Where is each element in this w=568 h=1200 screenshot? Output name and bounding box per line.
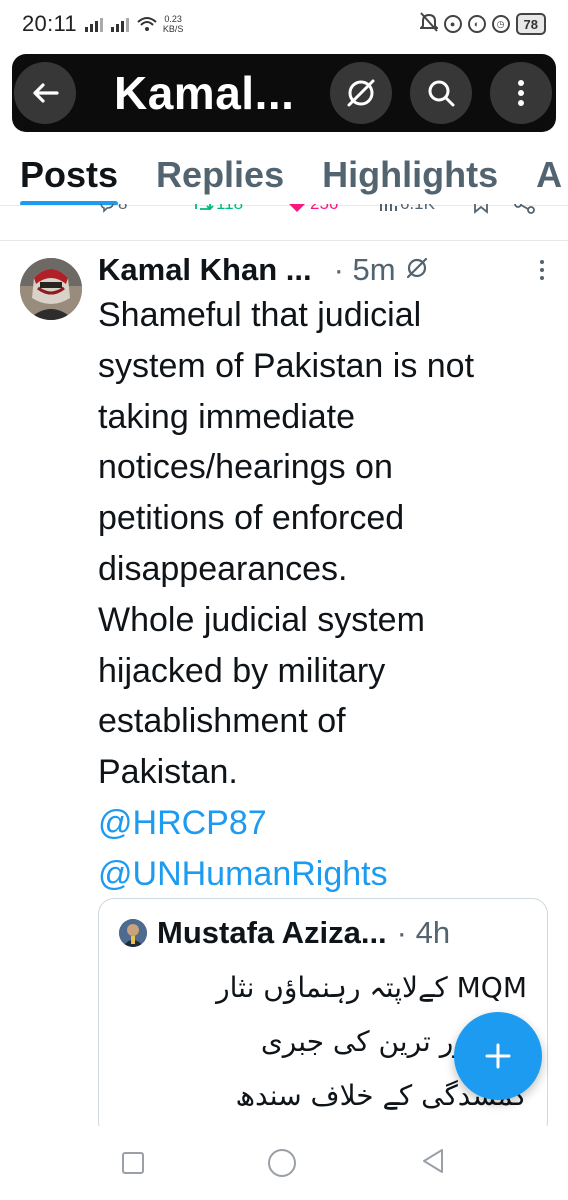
more-vertical-icon[interactable] bbox=[540, 260, 544, 280]
reply-count: 8 bbox=[118, 204, 127, 214]
more-vertical-icon bbox=[518, 80, 524, 106]
views-count: 6.1K bbox=[400, 204, 435, 214]
views-icon bbox=[380, 204, 397, 211]
search-icon bbox=[428, 80, 455, 107]
net-speed: 0.23 KB/S bbox=[163, 14, 184, 34]
tab-posts-label: Posts bbox=[20, 154, 119, 195]
post-text-line: Whole judicial system bbox=[98, 600, 425, 639]
post-text-line: petitions of enforced bbox=[98, 499, 405, 538]
mention-link[interactable]: @HRCP87 bbox=[98, 798, 548, 849]
back-nav-button[interactable] bbox=[420, 1147, 446, 1180]
author-name[interactable]: Kamal Khan ... bbox=[98, 252, 312, 288]
post-text-line: establishment of bbox=[98, 702, 346, 741]
quoted-post-time: · 4h bbox=[396, 915, 451, 950]
tab-replies[interactable]: Replies bbox=[156, 140, 285, 205]
post-text-line: disappearances. bbox=[98, 549, 348, 588]
status-icons: ● ◐ ◷ 78 bbox=[418, 11, 546, 37]
post-text-line: hijacked by military bbox=[98, 651, 386, 690]
triangle-back-icon bbox=[423, 1148, 443, 1173]
grok-icon[interactable] bbox=[404, 255, 430, 286]
repost-icon bbox=[195, 204, 214, 211]
mention-link[interactable]: @UNHumanRights bbox=[98, 849, 548, 900]
vpn-icon: ● bbox=[443, 15, 462, 33]
net-speed-unit: KB/S bbox=[162, 24, 184, 34]
home-button[interactable] bbox=[268, 1149, 296, 1177]
avatar-image bbox=[20, 258, 82, 320]
tab-articles[interactable]: A bbox=[536, 140, 563, 205]
recents-button[interactable] bbox=[122, 1152, 144, 1174]
quoted-text-line: MQM کےلاپتہ رہنماؤں نثار bbox=[216, 971, 527, 1004]
system-nav-bar bbox=[0, 1126, 568, 1200]
like-count: 256 bbox=[310, 204, 338, 214]
bookmark-icon bbox=[474, 204, 488, 214]
compose-button[interactable] bbox=[454, 1012, 542, 1100]
profile-tabs: Posts Replies Highlights A bbox=[0, 140, 568, 206]
data-saver-icon: ◐ bbox=[467, 15, 486, 33]
post-text-line: notices/hearings on bbox=[98, 448, 393, 487]
repost-count: 118 bbox=[216, 204, 243, 214]
avatar[interactable] bbox=[20, 258, 82, 320]
grok-button[interactable] bbox=[330, 62, 392, 124]
battery-indicator: 78 bbox=[515, 13, 546, 35]
status-bar: 20:11 0.23 KB/S ● ◐ ◷ 78 bbox=[0, 0, 568, 48]
heart-icon bbox=[289, 204, 305, 212]
quoted-author-name: Mustafa Aziza... bbox=[157, 915, 387, 950]
net-speed-value: 0.23 bbox=[164, 14, 182, 24]
bookmark-action[interactable] bbox=[472, 204, 490, 214]
plus-icon bbox=[485, 1043, 511, 1069]
wifi-icon bbox=[137, 16, 157, 32]
share-action[interactable] bbox=[514, 204, 536, 214]
post-text-line: system of Pakistan is not bbox=[98, 346, 475, 385]
alarm-icon: ◷ bbox=[491, 15, 510, 33]
post-time[interactable]: · 5m bbox=[334, 252, 396, 288]
profile-header: Kamal... bbox=[12, 54, 556, 132]
views-action[interactable]: 6.1K bbox=[378, 204, 435, 214]
reply-action[interactable]: 8 bbox=[98, 204, 127, 214]
status-time: 20:11 bbox=[22, 11, 77, 36]
post-divider bbox=[0, 240, 568, 241]
arrow-left-icon bbox=[33, 83, 59, 103]
tab-highlights-label: Highlights bbox=[322, 154, 499, 195]
previous-post-actions: 8 118 256 6.1K bbox=[0, 204, 568, 226]
search-button[interactable] bbox=[410, 62, 472, 124]
repost-action[interactable]: 118 bbox=[192, 204, 243, 214]
mute-icon bbox=[418, 11, 439, 37]
quoted-post-header: Mustafa Aziza... · 4h bbox=[119, 913, 537, 953]
tab-posts[interactable]: Posts bbox=[20, 140, 119, 205]
tab-highlights[interactable]: Highlights bbox=[322, 140, 499, 205]
grok-icon bbox=[347, 79, 375, 107]
like-action[interactable]: 256 bbox=[286, 204, 338, 214]
page-title: Kamal... bbox=[114, 67, 295, 119]
header-actions bbox=[330, 62, 552, 124]
post-text: Shameful that judicial system of Pakista… bbox=[98, 290, 548, 900]
post-text-line: Pakistan. bbox=[98, 753, 238, 792]
reply-icon bbox=[100, 204, 114, 213]
signal-icon-2 bbox=[110, 16, 129, 32]
more-button[interactable] bbox=[490, 62, 552, 124]
post-text-line: taking immediate bbox=[98, 397, 356, 436]
signal-icon bbox=[84, 16, 103, 32]
post-text-line: Shameful that judicial bbox=[98, 296, 422, 334]
share-icon bbox=[514, 204, 535, 214]
tab-articles-label: A bbox=[536, 154, 563, 195]
quoted-avatar bbox=[119, 919, 147, 947]
tab-replies-label: Replies bbox=[156, 154, 285, 195]
post-header: Kamal Khan ... · 5m bbox=[98, 250, 558, 290]
back-button[interactable] bbox=[14, 62, 76, 124]
